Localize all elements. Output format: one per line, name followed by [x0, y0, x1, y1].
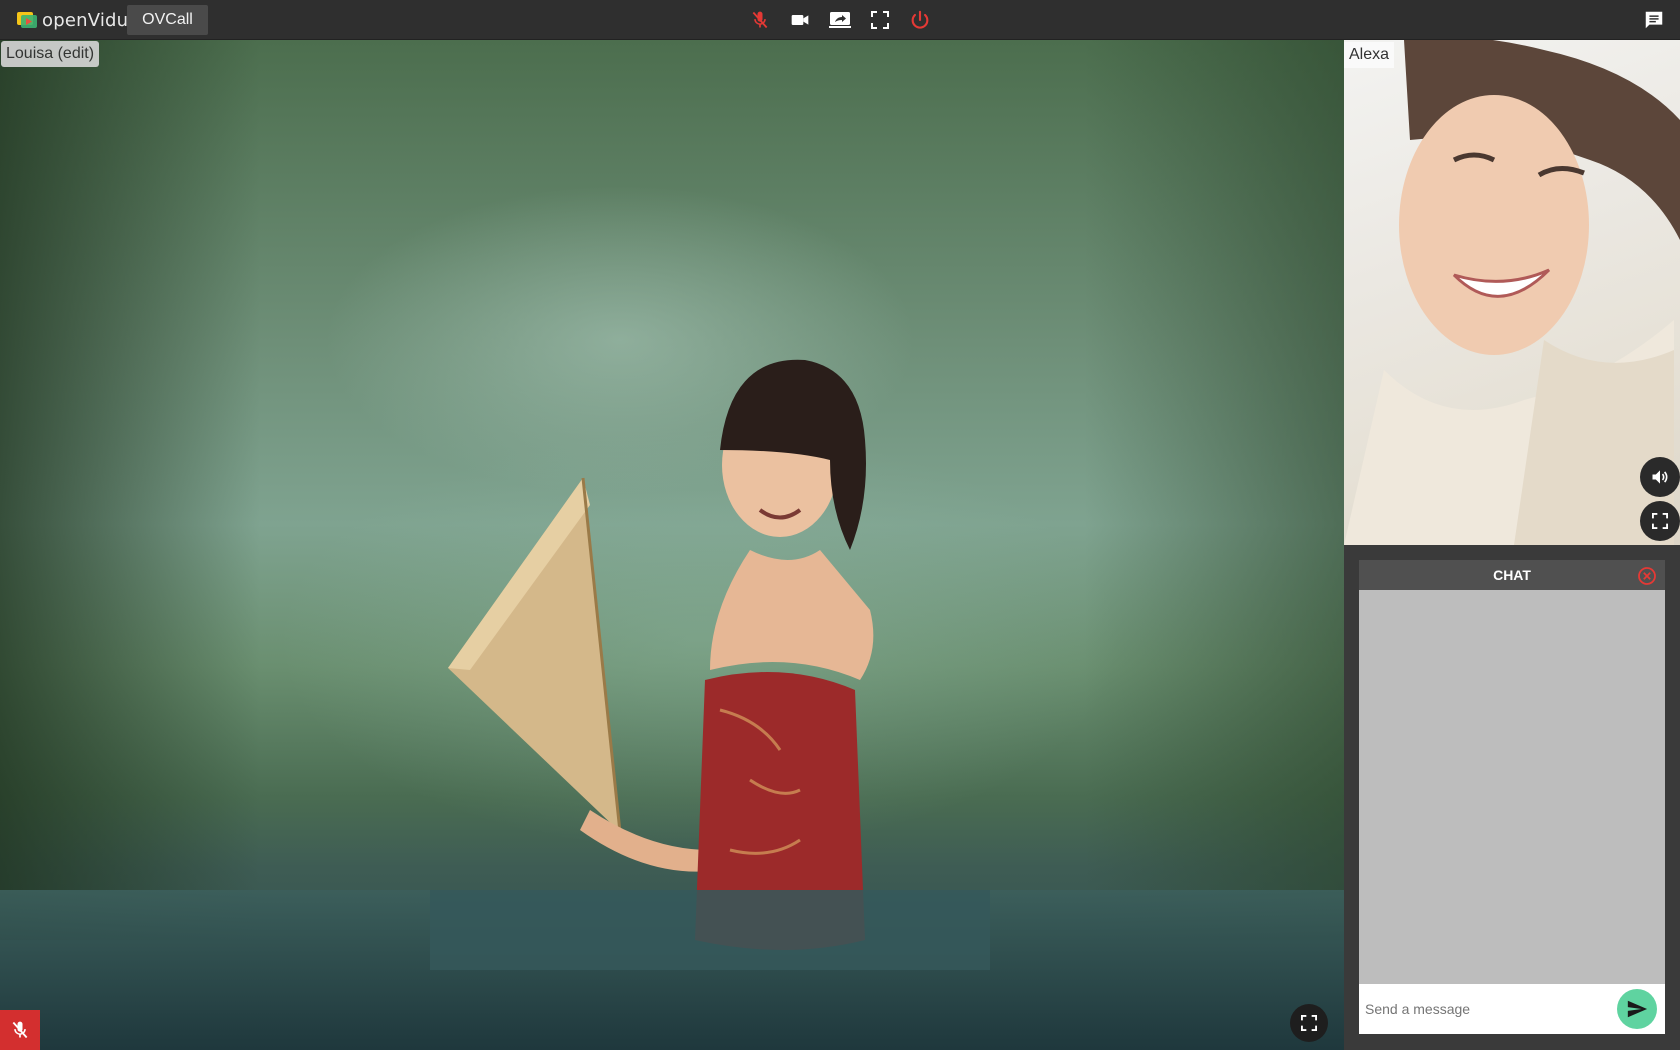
remote-volume-button[interactable] [1640, 457, 1680, 497]
mic-muted-icon [12, 1021, 28, 1039]
local-fullscreen-button[interactable] [1290, 1004, 1328, 1042]
local-video-stream: Louisa (edit) [0, 40, 1344, 1050]
fullscreen-button[interactable] [860, 6, 900, 34]
chat-input-bar [1359, 984, 1665, 1034]
local-participant-video [430, 359, 990, 970]
chat-icon [1645, 11, 1663, 29]
remote-video-stream: Alexa [1344, 40, 1680, 545]
call-controls [740, 6, 940, 34]
local-mic-muted-indicator [0, 1010, 40, 1050]
camera-button[interactable] [780, 6, 820, 34]
camera-icon [791, 15, 809, 25]
volume-icon [1652, 470, 1668, 484]
send-icon [1627, 1000, 1648, 1018]
openvidu-logo: openVidu [16, 9, 128, 31]
fullscreen-icon [1301, 1015, 1317, 1031]
close-circle-icon[interactable] [1637, 566, 1657, 586]
chat-message-input[interactable] [1359, 991, 1617, 1027]
chat-title: CHAT [1493, 567, 1531, 583]
power-leave-icon [911, 10, 929, 29]
screen-share-icon [829, 12, 851, 28]
fullscreen-icon [1652, 513, 1668, 529]
remote-participant-video [1344, 40, 1680, 545]
chat-panel: CHAT [1359, 560, 1665, 1034]
send-message-button[interactable] [1617, 989, 1657, 1029]
screen-share-button[interactable] [820, 6, 860, 34]
chat-toggle-button[interactable] [1642, 8, 1666, 32]
openvidu-logo-icon [17, 12, 37, 28]
fullscreen-icon [871, 11, 889, 29]
chat-message-list [1359, 590, 1665, 984]
chat-header: CHAT [1359, 560, 1665, 590]
top-toolbar: openVidu OVCall [0, 0, 1680, 40]
leave-session-button[interactable] [900, 6, 940, 34]
local-nickname-tag[interactable]: Louisa (edit) [1, 41, 100, 67]
remote-fullscreen-button[interactable] [1640, 501, 1680, 541]
logo-text: openVidu [42, 9, 129, 31]
session-name: OVCall [127, 5, 208, 35]
mic-muted-icon [752, 11, 768, 29]
mute-mic-button[interactable] [740, 6, 780, 34]
remote-nickname-tag: Alexa [1344, 42, 1395, 68]
